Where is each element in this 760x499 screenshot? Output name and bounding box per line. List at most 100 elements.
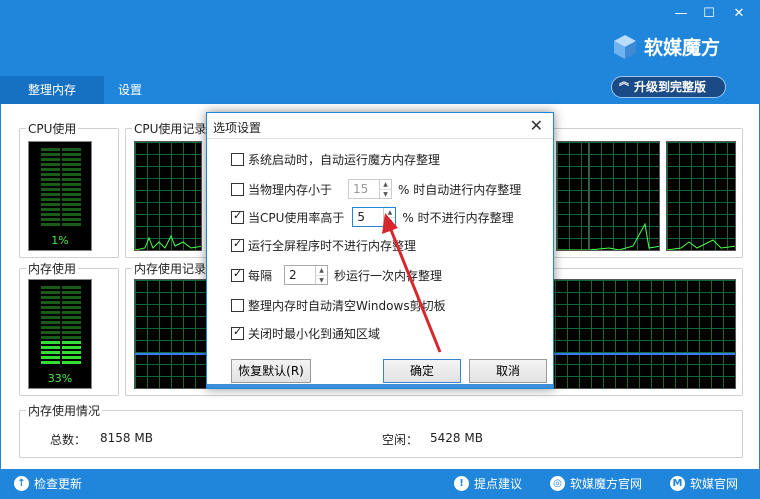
interval-spinner[interactable]: ▲ ▼ bbox=[284, 265, 329, 285]
option-fullscreen[interactable]: 运行全屏程序时不进行内存整理 bbox=[231, 237, 416, 254]
meter-column bbox=[41, 286, 60, 364]
spin-down-icon[interactable]: ▼ bbox=[380, 189, 392, 199]
meter-segment bbox=[41, 208, 60, 211]
cpu-core-trace bbox=[589, 222, 659, 250]
meter-segment bbox=[62, 311, 81, 314]
meter-segment bbox=[62, 183, 81, 186]
spin-up-icon[interactable]: ▲ bbox=[316, 266, 327, 275]
meter-segment bbox=[62, 218, 81, 221]
tab-settings[interactable]: 设置 bbox=[118, 76, 142, 104]
low-memory-input[interactable] bbox=[349, 180, 380, 198]
tab-memory-cleanup[interactable]: 整理内存 bbox=[0, 76, 104, 104]
meter-segment bbox=[41, 213, 60, 216]
meter-segment bbox=[62, 346, 81, 349]
meter-segment bbox=[62, 336, 81, 339]
spin-down-icon[interactable]: ▼ bbox=[384, 217, 396, 227]
cpu-usage-title: CPU使用 bbox=[26, 120, 79, 137]
meter-segment bbox=[62, 361, 81, 364]
minimize-to-tray-label: 关闭时最小化到通知区域 bbox=[248, 327, 381, 341]
meter-segment bbox=[41, 168, 60, 171]
option-minimize-to-tray[interactable]: 关闭时最小化到通知区域 bbox=[231, 325, 380, 342]
meter-segment bbox=[41, 311, 60, 314]
meter-segment bbox=[41, 193, 60, 196]
globe-icon: ◎ bbox=[550, 476, 565, 491]
cpu-threshold-spinner[interactable]: ▲ ▼ bbox=[352, 207, 397, 227]
ok-button[interactable]: 确定 bbox=[383, 359, 461, 383]
meter-segment bbox=[41, 316, 60, 319]
interval-label-before: 每隔 bbox=[248, 268, 273, 283]
interval-label-after: 秒运行一次内存整理 bbox=[334, 268, 443, 283]
cpu-core-trace bbox=[135, 234, 201, 250]
meter-segment bbox=[41, 178, 60, 181]
clear-clipboard-label: 整理内存时自动清空Windows剪切板 bbox=[248, 299, 446, 313]
meter-segment bbox=[62, 213, 81, 216]
cpu-history-title: CPU使用记录 bbox=[132, 120, 209, 137]
close-icon[interactable]: ✕ bbox=[530, 116, 543, 135]
ruanmei-site-label: 软媒官网 bbox=[690, 477, 739, 491]
low-memory-checkbox[interactable] bbox=[231, 182, 244, 196]
meter-segment bbox=[62, 321, 81, 324]
option-interval[interactable]: 每隔 ▲ ▼ 秒运行一次内存整理 bbox=[231, 265, 442, 285]
check-update-label: 检查更新 bbox=[34, 477, 83, 491]
memory-history-title: 内存使用记录 bbox=[132, 260, 209, 277]
cpu-usage-value: 1% bbox=[51, 234, 69, 247]
feedback-link[interactable]: ! 提点建议 bbox=[454, 475, 522, 492]
official-site-link[interactable]: ◎ 软媒魔方官网 bbox=[550, 475, 642, 492]
close-icon[interactable]: ✕ bbox=[726, 4, 752, 26]
spin-down-icon[interactable]: ▼ bbox=[316, 275, 328, 285]
memory-usage-title: 内存使用 bbox=[26, 260, 79, 277]
restore-defaults-button[interactable]: 恢复默认(R) bbox=[231, 359, 311, 383]
meter-segment bbox=[62, 188, 81, 191]
meter-segment bbox=[62, 203, 81, 206]
spin-up-icon[interactable]: ▲ bbox=[380, 180, 391, 189]
cpu-core-graph bbox=[134, 141, 202, 251]
meter-segment bbox=[62, 301, 81, 304]
lightbulb-icon: ! bbox=[454, 476, 469, 491]
free-value: 5428 MB bbox=[430, 431, 483, 445]
meter-segment bbox=[62, 296, 81, 299]
meter-segment bbox=[62, 193, 81, 196]
fullscreen-checkbox[interactable] bbox=[231, 237, 244, 252]
options-dialog: 选项设置 ✕ 系统启动时，自动运行魔方内存整理 当物理内存小于 ▲ ▼ % 时自… bbox=[206, 112, 554, 389]
meter-segment bbox=[41, 148, 60, 151]
cancel-button[interactable]: 取消 bbox=[469, 359, 547, 383]
fullscreen-label: 运行全屏程序时不进行内存整理 bbox=[248, 239, 417, 253]
interval-checkbox[interactable] bbox=[231, 267, 244, 282]
meter-segment bbox=[62, 198, 81, 201]
meter-segment bbox=[41, 356, 60, 359]
meter-segment bbox=[41, 291, 60, 294]
autostart-checkbox[interactable] bbox=[231, 153, 244, 166]
spin-up-icon[interactable]: ▲ bbox=[384, 208, 395, 217]
meter-segment bbox=[41, 158, 60, 161]
maximize-icon[interactable]: ☐ bbox=[696, 4, 722, 26]
option-autostart[interactable]: 系统启动时，自动运行魔方内存整理 bbox=[231, 151, 440, 168]
meter-segment bbox=[41, 183, 60, 186]
meter-segment bbox=[41, 286, 60, 289]
ruanmei-site-link[interactable]: M 软媒官网 bbox=[670, 475, 738, 492]
meter-column bbox=[62, 286, 81, 364]
option-low-memory[interactable]: 当物理内存小于 ▲ ▼ % 时自动进行内存整理 bbox=[231, 179, 521, 199]
meter-segment bbox=[62, 173, 81, 176]
cube-logo-icon bbox=[614, 34, 636, 59]
meter-segment bbox=[41, 346, 60, 349]
clear-clipboard-checkbox[interactable] bbox=[231, 299, 244, 312]
option-cpu-threshold[interactable]: 当CPU使用率高于 ▲ ▼ % 时不进行内存整理 bbox=[231, 207, 514, 227]
meter-segment bbox=[62, 316, 81, 319]
interval-input[interactable] bbox=[285, 266, 316, 284]
meter-segment bbox=[41, 336, 60, 339]
meter-segment bbox=[41, 341, 60, 344]
minimize-to-tray-checkbox[interactable] bbox=[231, 325, 244, 340]
footer: ↑ 检查更新 ! 提点建议 ◎ 软媒魔方官网 M 软媒官网 bbox=[0, 469, 760, 499]
minimize-icon[interactable]: — bbox=[668, 4, 694, 26]
cpu-threshold-checkbox[interactable] bbox=[231, 209, 244, 224]
cpu-core-graph bbox=[666, 141, 736, 251]
meter-segment bbox=[41, 331, 60, 334]
cpu-threshold-input[interactable] bbox=[353, 208, 384, 226]
check-update-link[interactable]: ↑ 检查更新 bbox=[14, 475, 82, 492]
option-clear-clipboard[interactable]: 整理内存时自动清空Windows剪切板 bbox=[231, 297, 446, 314]
low-memory-spinner[interactable]: ▲ ▼ bbox=[348, 179, 393, 199]
upgrade-button[interactable]: ︽ 升级到完整版 bbox=[611, 76, 726, 98]
meter-segment bbox=[41, 351, 60, 354]
meter-segment bbox=[62, 148, 81, 151]
meter-segment bbox=[41, 198, 60, 201]
